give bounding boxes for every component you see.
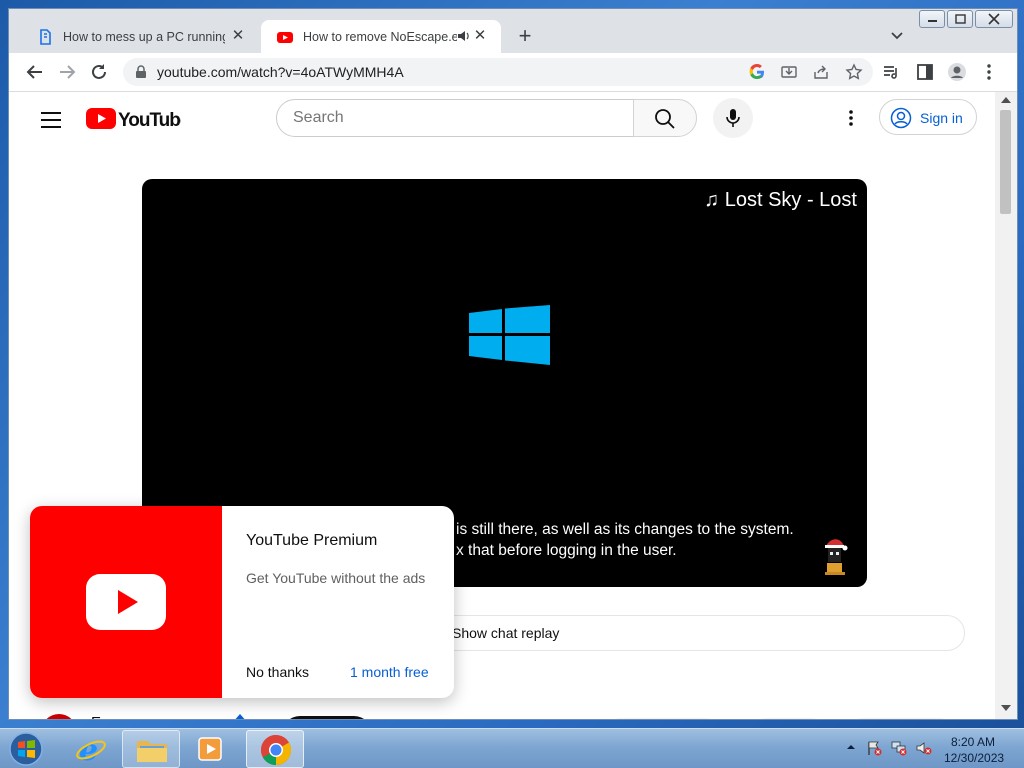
kebab-menu-icon[interactable]	[979, 62, 999, 82]
search-icon	[655, 109, 675, 129]
window-restore-button[interactable]	[947, 10, 973, 28]
account-circle-icon	[890, 107, 912, 129]
like-dislike-button[interactable]	[603, 718, 723, 719]
chevron-down-icon[interactable]	[889, 27, 905, 43]
channel-watermark-icon	[825, 539, 848, 575]
lock-icon[interactable]	[135, 65, 147, 79]
subscribe-button[interactable]	[282, 716, 372, 719]
video-subtitle-line: x that before logging in the user.	[456, 542, 677, 559]
youtube-premium-popup: YouTube Premium Get YouTube without the …	[30, 506, 454, 698]
show-chat-replay-button[interactable]: Show chat replay	[429, 615, 965, 651]
clock-date[interactable]: 12/30/2023	[944, 751, 1004, 765]
tab-close-icon[interactable]: ✕	[229, 27, 247, 45]
sign-in-button[interactable]: Sign in	[879, 99, 977, 135]
scroll-down-arrow-icon[interactable]	[1001, 704, 1011, 712]
video-overlay-title: ♫ Lost Sky - Lost	[704, 189, 857, 211]
address-bar[interactable]: youtube.com/watch?v=4oATWyMMH4A	[123, 58, 873, 86]
install-app-icon[interactable]	[781, 64, 797, 80]
search-placeholder: Search	[293, 109, 344, 126]
url-text: youtube.com/watch?v=4oATWyMMH4A	[157, 64, 404, 80]
document-favicon-icon	[40, 29, 51, 45]
premium-title: YouTube Premium	[246, 532, 378, 549]
tab-close-icon[interactable]: ✕	[471, 27, 489, 45]
premium-banner	[30, 506, 222, 698]
action-center-flag-icon[interactable]	[866, 740, 882, 756]
youtube-favicon-icon	[277, 32, 293, 43]
forward-arrow-icon[interactable]	[57, 62, 77, 82]
youtube-play-icon	[86, 574, 166, 630]
window-minimize-button[interactable]	[919, 10, 945, 28]
share-icon[interactable]	[813, 64, 829, 80]
tab-title: How to mess up a PC running Wi	[63, 29, 225, 44]
hamburger-menu-icon[interactable]	[41, 112, 61, 128]
search-button[interactable]	[633, 99, 697, 137]
share-button[interactable]	[749, 718, 829, 719]
channel-avatar[interactable]	[41, 714, 77, 719]
tab-how-to-remove-noescape[interactable]: How to remove NoEscape.ex ✕	[261, 20, 501, 53]
svg-text:YouTube: YouTube	[118, 110, 181, 131]
windows-logo-icon	[469, 305, 550, 365]
media-control-icon[interactable]	[881, 62, 901, 82]
search-input[interactable]: Search	[276, 99, 634, 137]
speaker-icon[interactable]	[457, 29, 471, 43]
new-tab-button[interactable]: +	[514, 25, 536, 48]
side-panel-icon[interactable]	[915, 62, 935, 82]
taskbar-file-explorer[interactable]	[122, 730, 180, 768]
network-icon[interactable]	[891, 740, 907, 756]
show-hidden-icons-icon[interactable]	[846, 742, 856, 752]
taskbar-internet-explorer[interactable]: e	[62, 730, 120, 768]
chrome-icon	[260, 735, 292, 765]
tab-title: How to remove NoEscape.ex	[303, 29, 457, 44]
internet-explorer-icon: e	[76, 734, 106, 764]
premium-description: Get YouTube without the ads	[246, 570, 426, 586]
caret-up-icon	[235, 714, 245, 719]
start-orb-icon[interactable]	[6, 730, 46, 768]
microphone-icon	[726, 109, 740, 127]
profile-avatar-icon[interactable]	[947, 62, 967, 82]
taskbar-google-chrome[interactable]	[246, 730, 304, 768]
voice-search-button[interactable]	[713, 98, 753, 138]
scroll-up-arrow-icon[interactable]	[1001, 96, 1011, 104]
back-arrow-icon[interactable]	[25, 62, 45, 82]
reload-icon[interactable]	[89, 62, 109, 82]
folder-icon	[137, 741, 167, 762]
youtube-logo[interactable]: YouTube	[86, 107, 181, 131]
media-player-icon	[198, 737, 222, 761]
windows-taskbar: e 8:20 AM 12/30/2023	[0, 728, 1024, 768]
window-close-button[interactable]	[975, 10, 1013, 28]
bookmark-star-icon[interactable]	[845, 63, 863, 81]
video-subtitle-line: is still there, as well as its changes t…	[456, 521, 794, 538]
no-thanks-button[interactable]: No thanks	[246, 664, 309, 680]
sign-in-label: Sign in	[920, 110, 963, 126]
clock-time[interactable]: 8:20 AM	[951, 735, 995, 749]
browser-toolbar: youtube.com/watch?v=4oATWyMMH4A	[9, 53, 1017, 92]
chat-replay-label: Show chat replay	[452, 625, 560, 641]
one-month-free-button[interactable]: 1 month free	[350, 664, 429, 680]
tab-how-to-mess-up[interactable]: How to mess up a PC running Wi ✕	[21, 20, 259, 53]
taskbar-media-player[interactable]	[182, 730, 240, 768]
scrollbar-thumb[interactable]	[1000, 110, 1011, 214]
volume-muted-icon[interactable]	[916, 740, 932, 756]
channel-name[interactable]: E	[91, 714, 101, 719]
settings-kebab-icon[interactable]	[841, 108, 861, 128]
page-scrollbar[interactable]	[995, 92, 1017, 719]
tab-strip: How to mess up a PC running Wi ✕ How to …	[9, 9, 1017, 53]
download-button[interactable]	[845, 718, 957, 719]
google-icon[interactable]	[749, 64, 765, 80]
